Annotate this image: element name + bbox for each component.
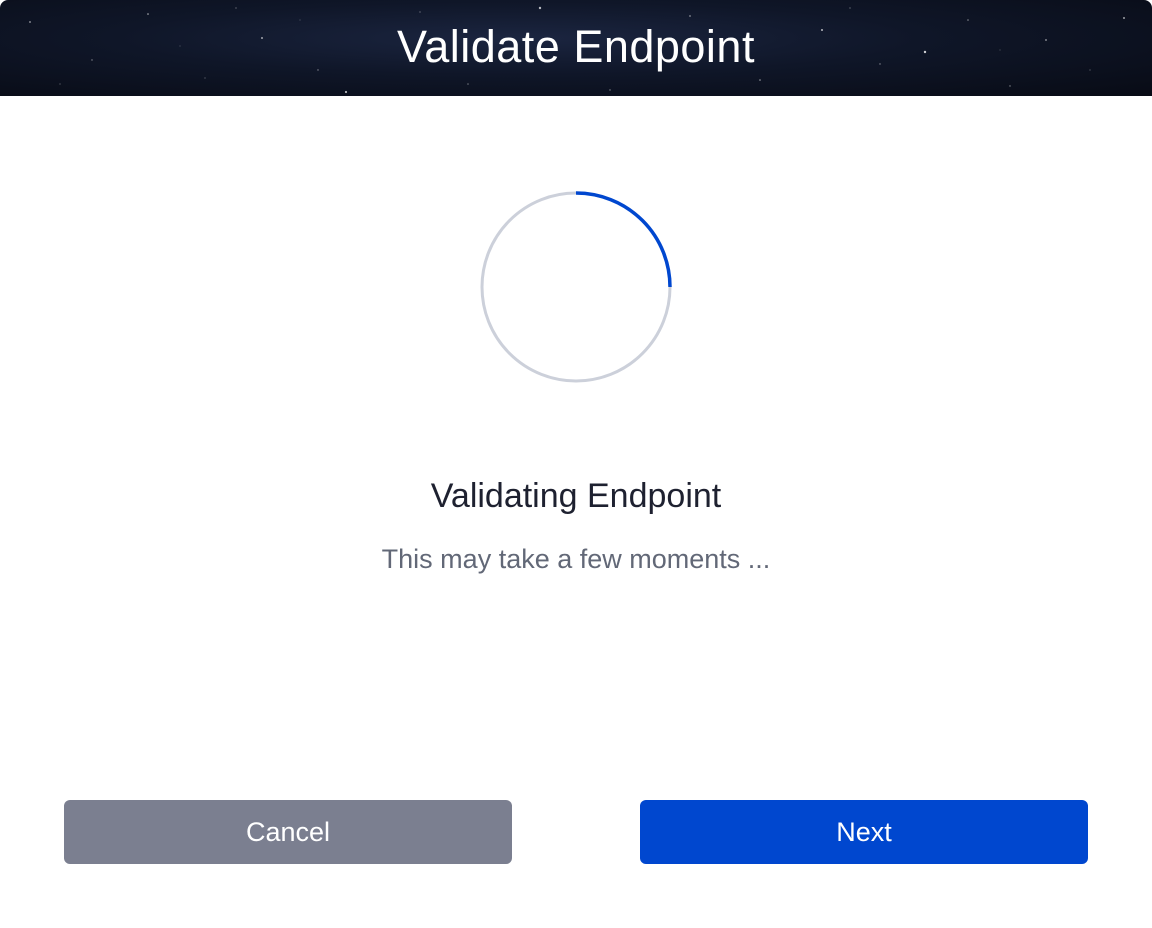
spinner-arc <box>575 191 672 288</box>
dialog-header: Validate Endpoint <box>0 0 1152 96</box>
status-title: Validating Endpoint <box>430 477 722 515</box>
cancel-button[interactable]: Cancel <box>64 800 512 864</box>
next-button[interactable]: Next <box>640 800 1088 864</box>
loading-spinner-icon <box>480 191 672 383</box>
status-subtitle: This may take a few moments ... <box>381 544 771 574</box>
validate-endpoint-dialog: Validate Endpoint Validating Endpoint Th… <box>0 0 1152 928</box>
dialog-title: Validate Endpoint <box>397 21 755 72</box>
